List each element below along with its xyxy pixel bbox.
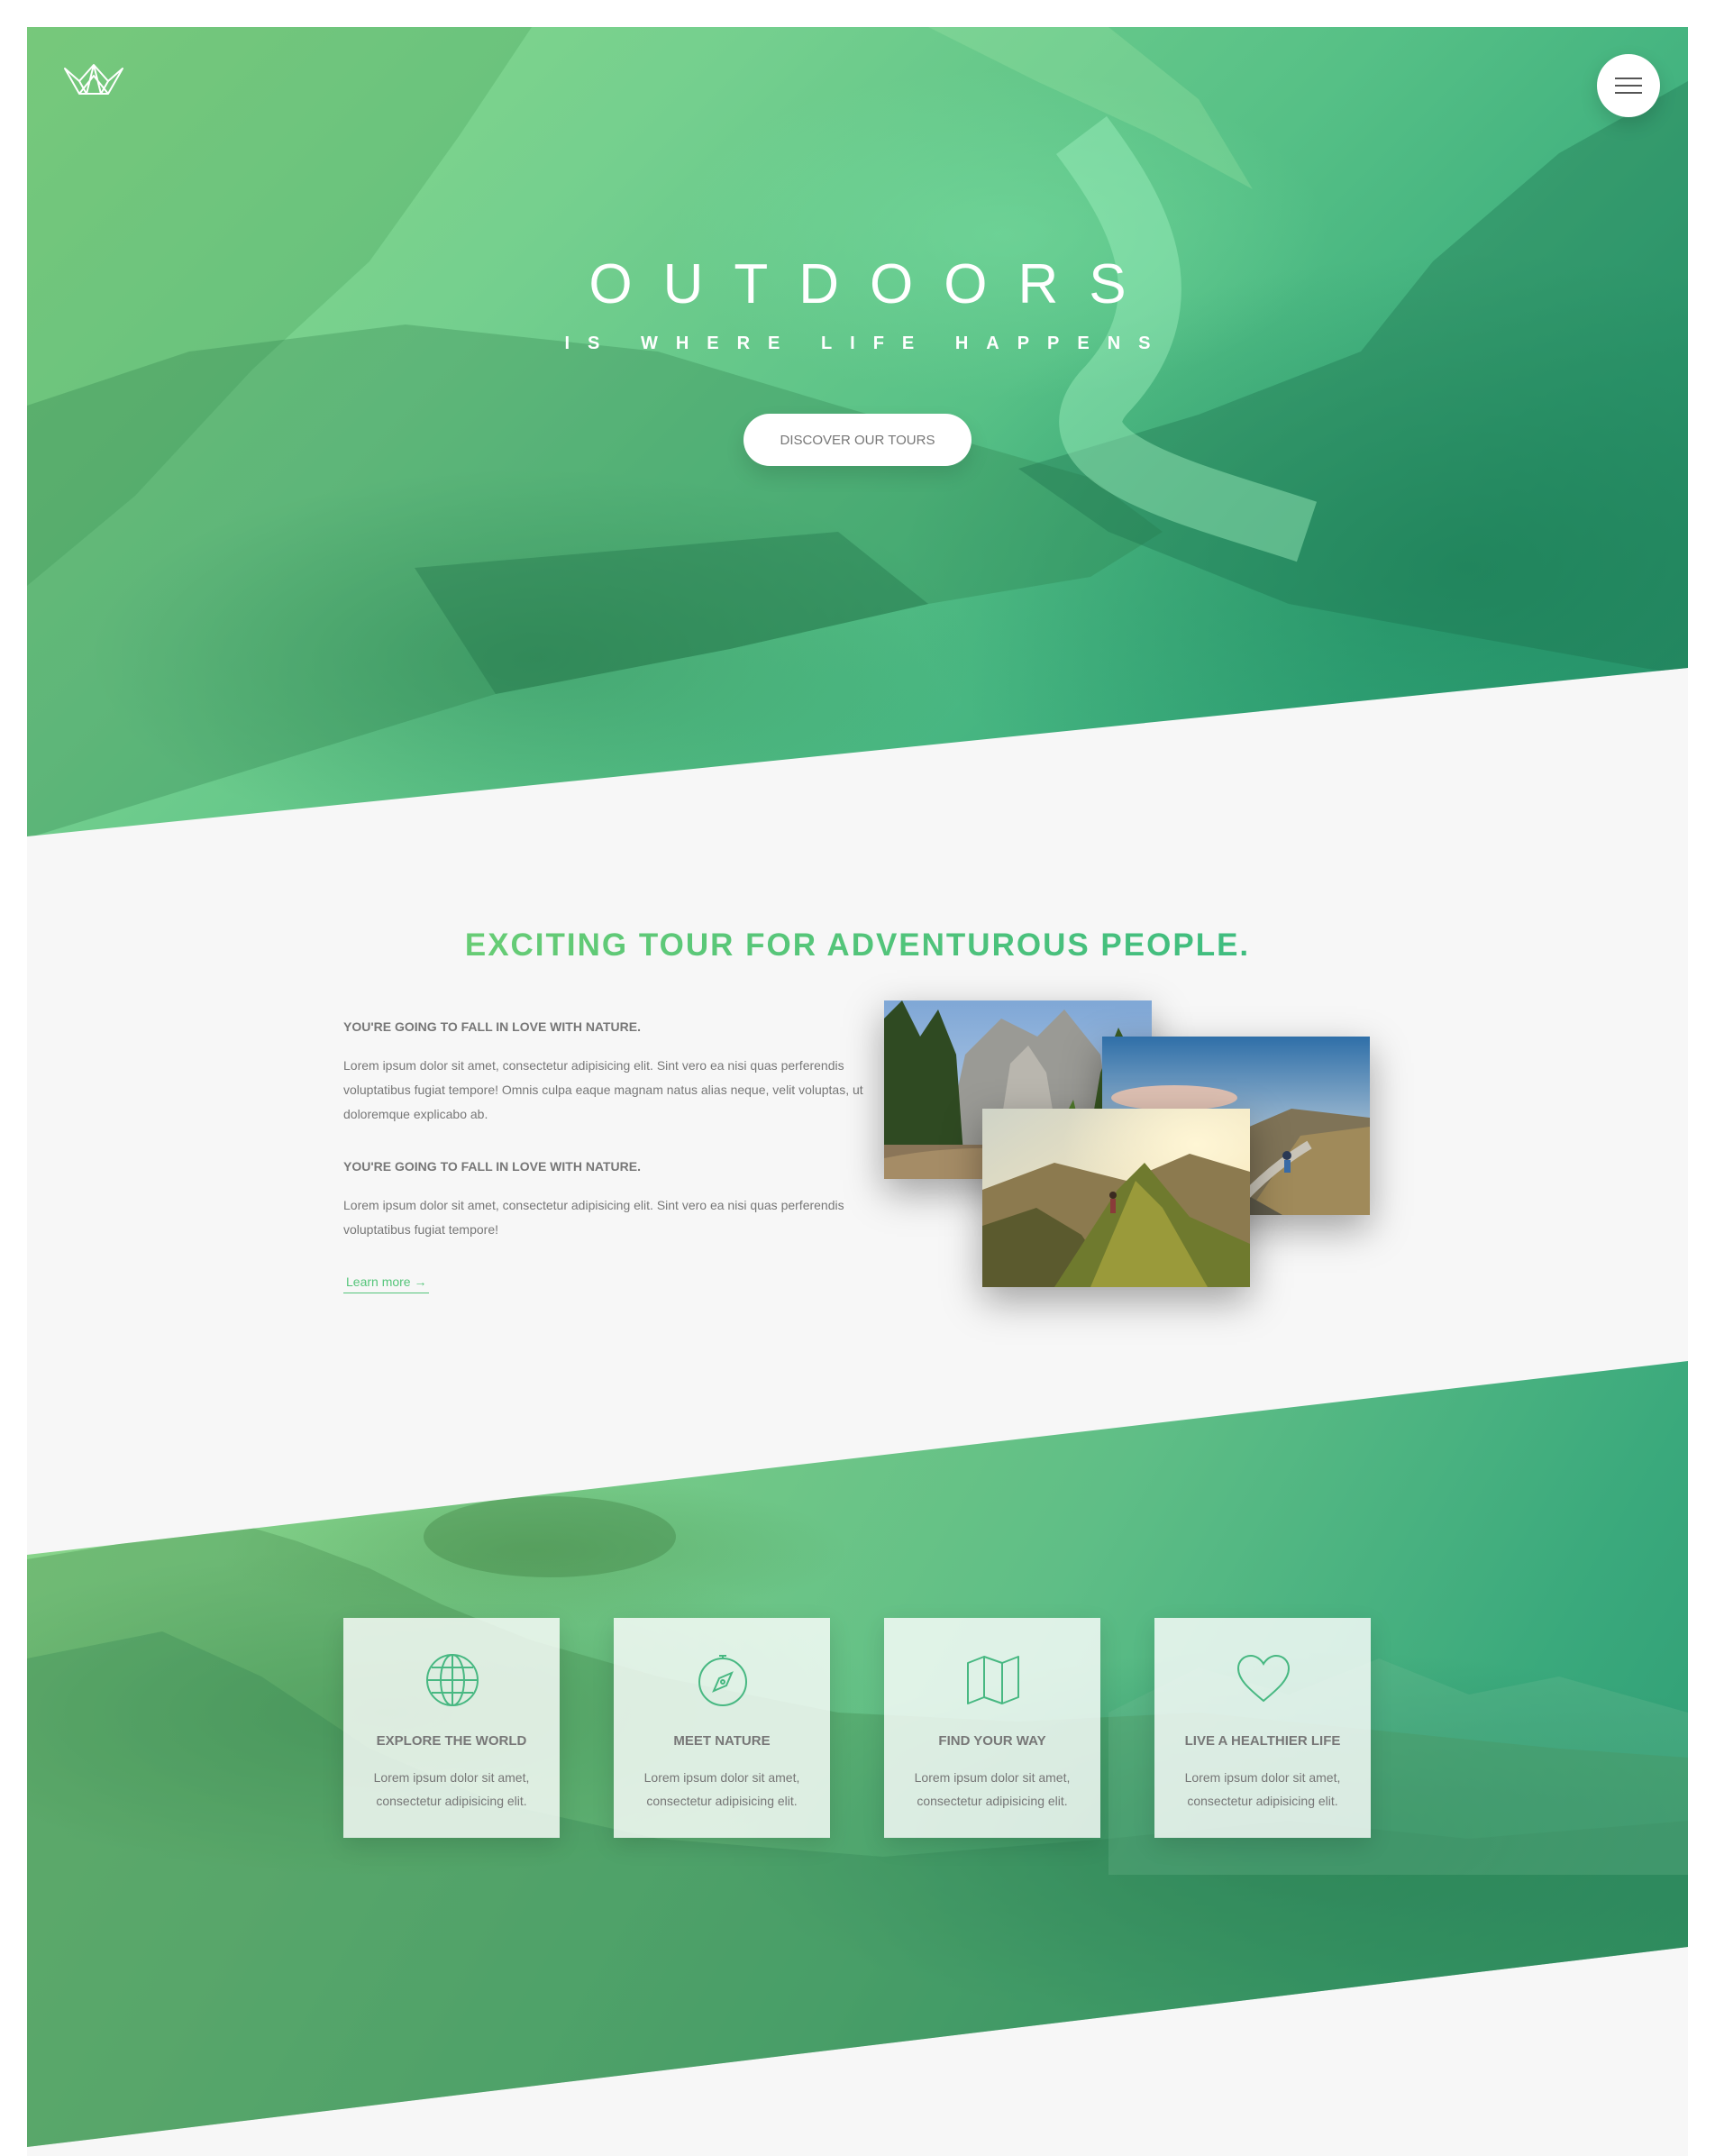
feature-title: MEET NATURE xyxy=(673,1733,771,1749)
feature-card-nature[interactable]: MEET NATURE Lorem ipsum dolor sit amet, … xyxy=(614,1618,830,1838)
features-background-image xyxy=(27,1496,1688,2147)
feature-text: Lorem ipsum dolor sit amet, consectetur … xyxy=(373,1770,530,1808)
about-heading: EXCITING TOUR FOR ADVENTUROUS PEOPLE. xyxy=(27,927,1688,964)
about-text-column: YOU'RE GOING TO FALL IN LOVE WITH NATURE… xyxy=(343,1019,866,1293)
heart-icon xyxy=(1236,1654,1291,1703)
feature-card-way[interactable]: FIND YOUR WAY Lorem ipsum dolor sit amet… xyxy=(884,1618,1100,1838)
menu-button[interactable] xyxy=(1597,54,1660,117)
hero-title: OUTDOORS xyxy=(588,253,1157,315)
feature-title: FIND YOUR WAY xyxy=(938,1733,1046,1749)
crown-icon xyxy=(64,64,123,95)
about-block-text-1: Lorem ipsum dolor sit amet, consectetur … xyxy=(343,1058,863,1121)
logo[interactable] xyxy=(63,63,124,99)
about-block-title-1: YOU'RE GOING TO FALL IN LOVE WITH NATURE… xyxy=(343,1019,642,1034)
photo-ridge-sunset[interactable] xyxy=(982,1109,1250,1287)
feature-card-healthier[interactable]: LIVE A HEALTHIER LIFE Lorem ipsum dolor … xyxy=(1154,1618,1371,1838)
feature-text: Lorem ipsum dolor sit amet, consectetur … xyxy=(1184,1770,1341,1808)
about-block-title-2: YOU'RE GOING TO FALL IN LOVE WITH NATURE… xyxy=(343,1159,642,1174)
globe-icon xyxy=(426,1654,479,1706)
discover-tours-button[interactable]: DISCOVER OUR TOURS xyxy=(743,414,972,466)
hero-subtitle: IS WHERE LIFE HAPPENS xyxy=(564,333,1169,353)
feature-text: Lorem ipsum dolor sit amet, consectetur … xyxy=(914,1770,1071,1808)
features-section xyxy=(27,1361,1688,2147)
learn-more-link[interactable]: Learn more → xyxy=(343,1274,430,1293)
feature-title: EXPLORE THE WORLD xyxy=(376,1733,527,1749)
map-icon xyxy=(967,1656,1019,1704)
feature-title: LIVE A HEALTHIER LIFE xyxy=(1184,1733,1341,1749)
page: OUTDOORS IS WHERE LIFE HAPPENS DISCOVER … xyxy=(27,27,1688,2156)
feature-card-explore[interactable]: EXPLORE THE WORLD Lorem ipsum dolor sit … xyxy=(343,1618,560,1838)
compass-icon xyxy=(698,1655,747,1706)
hero-section: OUTDOORS IS WHERE LIFE HAPPENS DISCOVER … xyxy=(27,27,1688,836)
hamburger-menu-icon xyxy=(1615,78,1642,94)
about-block-text-2: Lorem ipsum dolor sit amet, consectetur … xyxy=(343,1198,844,1237)
feature-text: Lorem ipsum dolor sit amet, consectetur … xyxy=(643,1770,800,1808)
